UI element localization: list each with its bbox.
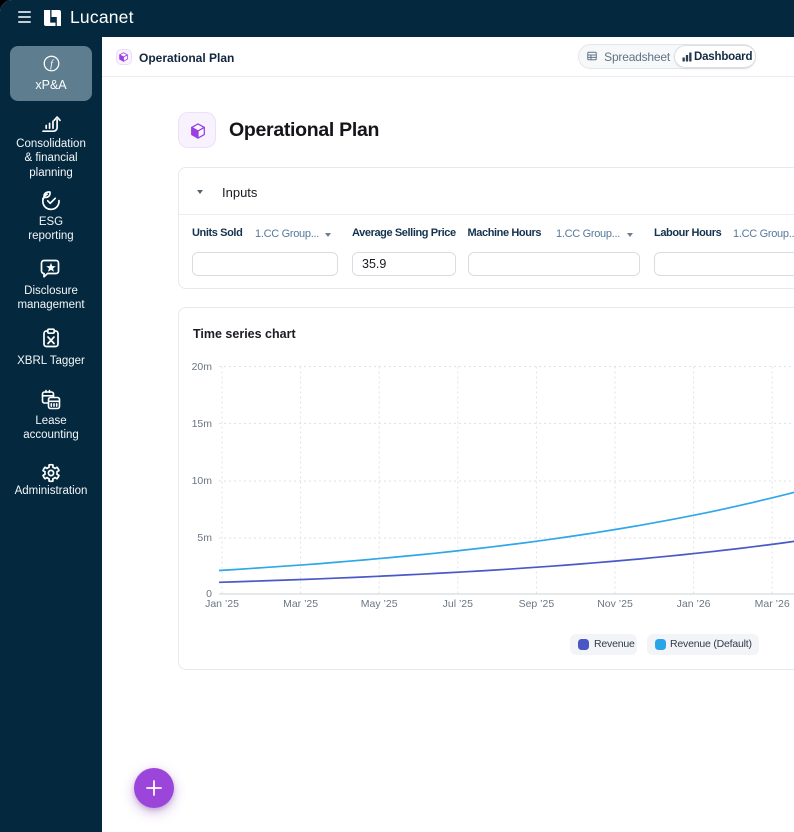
svg-text:f: f <box>50 59 55 70</box>
